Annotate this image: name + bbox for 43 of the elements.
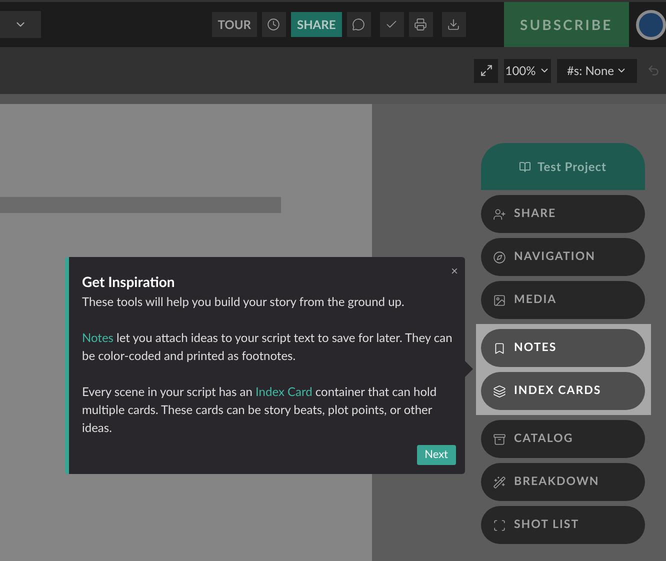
- sidebar-item[interactable]: SHARE: [481, 195, 645, 233]
- compass-icon: [493, 250, 506, 264]
- printer-icon: [414, 18, 428, 31]
- popover-title: Get Inspiration: [82, 273, 176, 291]
- layers-icon: [493, 384, 506, 398]
- toolbar-button[interactable]: [346, 12, 371, 37]
- sidebar-item[interactable]: CATALOG: [481, 420, 645, 458]
- project-name: Test Project: [537, 158, 607, 176]
- help-link[interactable]: Index Card: [256, 384, 312, 399]
- toolbar-button[interactable]: [408, 12, 433, 37]
- download-icon: [447, 18, 460, 31]
- sidebar-item[interactable]: NOTES: [481, 329, 645, 367]
- archive-icon: [493, 432, 506, 446]
- sidebar-item[interactable]: MEDIA: [481, 281, 645, 319]
- chat-icon: [352, 18, 366, 31]
- book-icon: [519, 160, 532, 172]
- sidebar-item[interactable]: BREAKDOWN: [481, 463, 645, 501]
- bookmark-icon: [493, 342, 506, 354]
- toolbar-button[interactable]: [262, 12, 286, 37]
- fullscreen-button[interactable]: [474, 58, 498, 82]
- toolbar-button[interactable]: TOUR: [212, 12, 257, 37]
- next-button[interactable]: Next: [416, 445, 456, 465]
- close-button[interactable]: ×: [451, 262, 458, 280]
- sidebar-item[interactable]: INDEX CARDS: [481, 372, 645, 410]
- scenes-dropdown[interactable]: #s: None: [557, 58, 637, 82]
- sidebar-item[interactable]: SHOT LIST: [481, 506, 645, 544]
- project-button[interactable]: Test Project: [481, 143, 645, 190]
- popover-paragraph: Notes let you attach ideas to your script text to save for later. They can be color-coded and printed as footnotes.: [82, 329, 453, 365]
- popover-paragraph: Every scene in your script has an Index Card container that can hold multiple cards. These cards can be story beats, plot points, or other ideas.: [82, 383, 438, 437]
- frame-icon: [493, 518, 506, 532]
- wand-icon: [493, 476, 506, 488]
- user-plus-icon: [493, 208, 506, 220]
- image-icon: [493, 294, 506, 306]
- avatar[interactable]: [636, 10, 666, 40]
- expand-icon: [480, 64, 492, 77]
- help-link[interactable]: Notes: [82, 330, 114, 345]
- zoom-dropdown[interactable]: 100%: [504, 58, 551, 82]
- sidebar-item[interactable]: NAVIGATION: [481, 238, 645, 276]
- subscribe-button[interactable]: SUBSCRIBE: [504, 2, 629, 47]
- toolbar-button[interactable]: SHARE: [290, 12, 342, 37]
- clock-icon: [267, 18, 280, 31]
- popover-paragraph: These tools will help you build your story from the ground up.: [82, 293, 406, 311]
- toolbar-button[interactable]: [442, 12, 466, 37]
